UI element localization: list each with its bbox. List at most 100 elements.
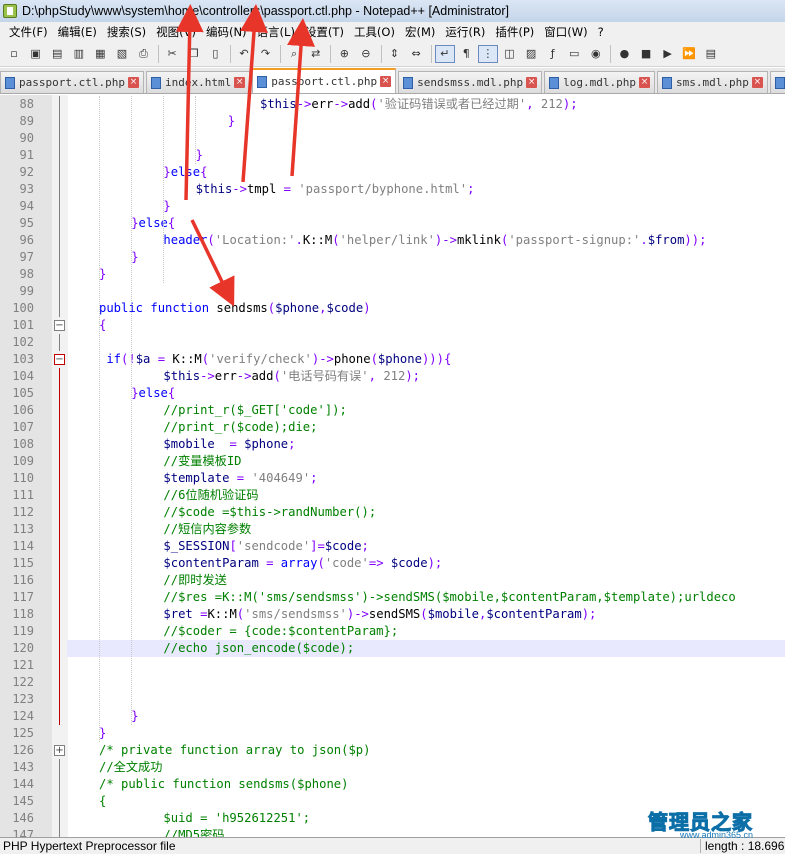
run-macro-multiple-icon[interactable]: ⏩ — [679, 45, 699, 63]
menu-item-7[interactable]: 工具(O) — [349, 24, 400, 40]
code-line[interactable]: 112 //$code =$this->randNumber(); — [0, 504, 785, 521]
menu-item-11[interactable]: 窗口(W) — [539, 24, 592, 40]
tab-close-icon[interactable]: × — [751, 77, 763, 88]
code-line[interactable]: 108 $mobile = $phone; — [0, 436, 785, 453]
code-line[interactable]: 117 //$res =K::M('sms/sendsmss')->sendSMS… — [0, 589, 785, 606]
word-wrap-icon[interactable]: ↵ — [434, 44, 455, 63]
file-tab-1[interactable]: index.html × — [145, 71, 251, 93]
code-line[interactable]: 96 header('Location:'.K::M('helper/link')… — [0, 232, 785, 249]
code-line[interactable]: 110 $template = '404649'; — [0, 470, 785, 487]
replace-icon[interactable]: ⇄ — [306, 45, 326, 63]
code-line[interactable]: 122 — [0, 674, 785, 691]
code-line[interactable]: 98} — [0, 266, 785, 283]
folder-workspace-icon[interactable]: ▭ — [564, 45, 584, 63]
code-line[interactable]: 113 //短信内容参数 — [0, 521, 785, 538]
code-line[interactable]: 103 if(!$a = K::M('verify/check')->phone… — [0, 351, 785, 368]
file-tab-5[interactable]: sms.mdl.php × — [657, 71, 768, 93]
redo-icon[interactable]: ↷ — [256, 45, 276, 63]
cut-icon[interactable]: ✂ — [162, 45, 182, 63]
code-line[interactable]: 101 { — [0, 317, 785, 334]
code-line[interactable]: 93 $this->tmpl = 'passport/byphone.html'; — [0, 181, 785, 198]
menu-item-5[interactable]: 语言(L) — [252, 24, 300, 40]
close-all-icon[interactable]: ▧ — [112, 45, 132, 63]
code-line[interactable]: 125} — [0, 725, 785, 742]
menu-item-4[interactable]: 编码(N) — [201, 24, 252, 40]
save-macro-icon[interactable]: ▤ — [701, 45, 721, 63]
code-line[interactable]: 115 $contentParam = array('code'=> $code)… — [0, 555, 785, 572]
code-line[interactable]: 109 //变量模板ID — [0, 453, 785, 470]
code-line[interactable]: 119 //$coder = {code:$contentParam}; — [0, 623, 785, 640]
code-line[interactable]: 97} — [0, 249, 785, 266]
code-line[interactable]: 143 //全文成功 — [0, 759, 785, 776]
code-line[interactable]: 120 //echo json_encode($code); — [0, 640, 785, 657]
code-line[interactable]: 144 /* public function sendsms($phone) — [0, 776, 785, 793]
tab-close-icon[interactable]: × — [234, 77, 246, 88]
sync-horizontal-icon[interactable]: ⇔ — [406, 45, 426, 63]
tab-close-icon[interactable]: × — [526, 77, 538, 88]
code-line[interactable]: 124} — [0, 708, 785, 725]
record-macro-icon[interactable]: ● — [614, 45, 634, 63]
copy-icon[interactable]: ❐ — [184, 45, 204, 63]
code-line[interactable]: 90 — [0, 130, 785, 147]
file-tab-3[interactable]: sendsmss.mdl.php × — [398, 71, 543, 93]
tab-close-icon[interactable]: × — [380, 76, 392, 87]
menu-item-12[interactable]: ? — [593, 25, 609, 39]
code-line[interactable]: 102 — [0, 334, 785, 351]
code-line[interactable]: 126 /* private function array to json($p) — [0, 742, 785, 759]
code-line[interactable]: 105}else{ — [0, 385, 785, 402]
menu-item-8[interactable]: 宏(M) — [400, 24, 440, 40]
fold-collapse-icon[interactable]: − — [54, 354, 65, 365]
fold-collapse-icon[interactable]: − — [54, 320, 65, 331]
tab-close-icon[interactable]: × — [127, 77, 139, 88]
find-icon[interactable]: ⌕ — [284, 45, 304, 63]
menu-item-9[interactable]: 运行(R) — [440, 24, 490, 40]
paste-icon[interactable]: ▯ — [205, 45, 225, 63]
code-line[interactable]: 88 $this->err->add('验证码错误或者已经过期', 212); — [0, 96, 785, 113]
code-line[interactable]: 91} — [0, 147, 785, 164]
indent-guide-icon[interactable]: ⋮ — [477, 44, 498, 63]
function-list-icon[interactable]: ƒ — [543, 45, 563, 63]
menu-item-6[interactable]: 设置(T) — [300, 24, 349, 40]
menu-item-0[interactable]: 文件(F) — [4, 24, 53, 40]
code-editor[interactable]: 88 $this->err->add('验证码错误或者已经过期', 212); 89… — [0, 95, 785, 837]
fold-expand-icon[interactable]: + — [54, 745, 65, 756]
tab-close-icon[interactable]: × — [639, 77, 650, 88]
code-line[interactable]: 89} — [0, 113, 785, 130]
code-line[interactable]: 118 $ret =K::M('sms/sendsmss')->sendSMS($… — [0, 606, 785, 623]
play-macro-icon[interactable]: ▶ — [658, 45, 678, 63]
save-all-icon[interactable]: ▥ — [69, 45, 89, 63]
code-line[interactable]: 107 //print_r($code);die; — [0, 419, 785, 436]
open-file-icon[interactable]: ▣ — [26, 45, 46, 63]
code-line[interactable]: 95}else{ — [0, 215, 785, 232]
show-all-chars-icon[interactable]: ¶ — [456, 45, 476, 63]
zoom-out-icon[interactable]: ⊖ — [356, 45, 376, 63]
print-icon[interactable]: ⎙ — [134, 45, 154, 63]
save-icon[interactable]: ▤ — [47, 45, 67, 63]
file-tab-2[interactable]: passport.ctl.php × — [252, 68, 397, 93]
menu-item-3[interactable]: 视图(V) — [151, 24, 201, 40]
code-line[interactable]: 94} — [0, 198, 785, 215]
file-tab-4[interactable]: log.mdl.php × — [544, 71, 655, 93]
code-line[interactable]: 111 //6位随机验证码 — [0, 487, 785, 504]
file-tab-0[interactable]: passport.ctl.php × — [0, 71, 144, 93]
stop-macro-icon[interactable]: ■ — [636, 45, 656, 63]
code-line[interactable]: 99 — [0, 283, 785, 300]
code-line[interactable]: 123 — [0, 691, 785, 708]
close-icon[interactable]: ▦ — [90, 45, 110, 63]
undo-icon[interactable]: ↶ — [234, 45, 254, 63]
code-line[interactable]: 121 — [0, 657, 785, 674]
code-line[interactable]: 104 $this->err->add('电话号码有误', 212); — [0, 368, 785, 385]
code-line[interactable]: 116 //即时发送 — [0, 572, 785, 589]
new-file-icon[interactable]: ▫ — [4, 45, 24, 63]
code-line[interactable]: 106 //print_r($_GET['code']); — [0, 402, 785, 419]
code-line[interactable]: 92}else{ — [0, 164, 785, 181]
menu-item-2[interactable]: 搜索(S) — [102, 24, 151, 40]
menu-item-1[interactable]: 编辑(E) — [53, 24, 102, 40]
udl-icon[interactable]: ◫ — [499, 45, 519, 63]
doc-map-icon[interactable]: ▨ — [521, 45, 541, 63]
code-line[interactable]: 114 $_SESSION['sendcode']=$code; — [0, 538, 785, 555]
code-line[interactable]: 100 public function sendsms($phone,$code) — [0, 300, 785, 317]
sync-vertical-icon[interactable]: ⇕ — [385, 45, 405, 63]
zoom-in-icon[interactable]: ⊕ — [334, 45, 354, 63]
monitor-icon[interactable]: ◉ — [586, 45, 606, 63]
